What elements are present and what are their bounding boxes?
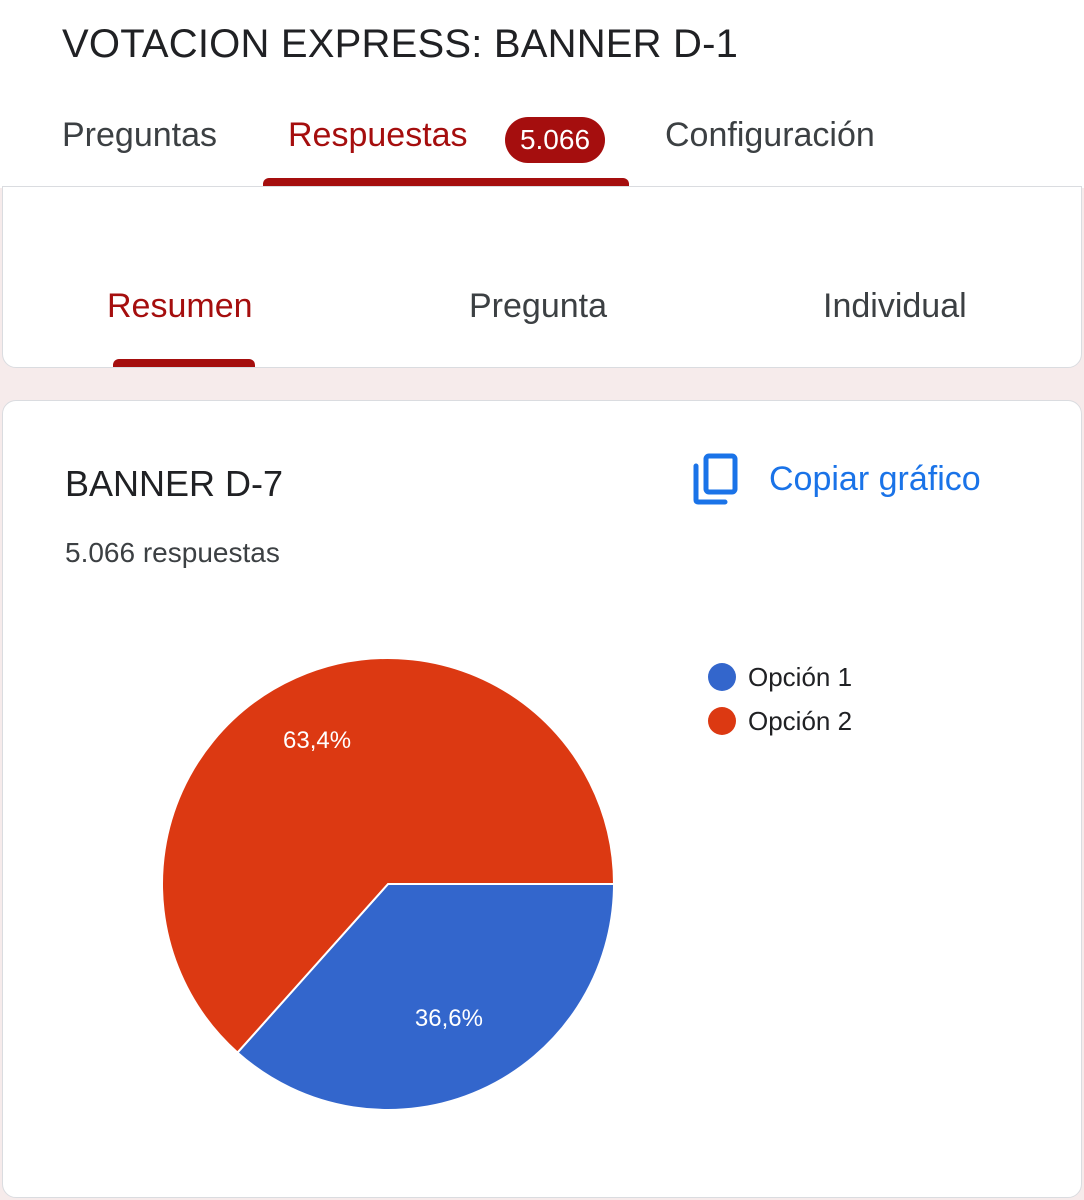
copy-icon xyxy=(693,453,738,505)
active-tab-indicator xyxy=(263,178,629,186)
chart-legend: Opción 1 Opción 2 xyxy=(708,655,852,743)
subtab-resumen[interactable]: Resumen xyxy=(107,287,253,326)
legend-item-2: Opción 2 xyxy=(708,699,852,743)
pie-slice-label-1: 36,6% xyxy=(415,1005,483,1032)
tab-preguntas[interactable]: Preguntas xyxy=(62,116,217,155)
pie-chart: 36,6% 63,4% xyxy=(161,657,616,1111)
question-title: BANNER D-7 xyxy=(65,463,284,504)
question-summary-card: BANNER D-7 5.066 respuestas Copiar gráfi… xyxy=(2,400,1082,1198)
pie-slice-label-2: 63,4% xyxy=(283,727,351,754)
active-subtab-indicator xyxy=(113,359,255,367)
legend-item-1: Opción 1 xyxy=(708,655,852,699)
legend-swatch-2 xyxy=(708,707,736,735)
subtab-individual[interactable]: Individual xyxy=(823,287,967,326)
tab-respuestas[interactable]: Respuestas xyxy=(288,116,468,155)
legend-swatch-1 xyxy=(708,663,736,691)
copy-chart-button[interactable]: Copiar gráfico xyxy=(691,451,981,507)
subtab-pregunta[interactable]: Pregunta xyxy=(469,287,607,326)
question-response-count: 5.066 respuestas xyxy=(65,537,280,568)
copy-chart-label: Copiar gráfico xyxy=(769,459,981,498)
responses-subnav: Resumen Pregunta Individual xyxy=(2,186,1082,368)
form-title: VOTACION EXPRESS: BANNER D-1 xyxy=(62,22,739,66)
legend-label-2: Opción 2 xyxy=(748,705,853,736)
legend-label-1: Opción 1 xyxy=(748,661,853,692)
form-header: VOTACION EXPRESS: BANNER D-1 Preguntas R… xyxy=(0,0,1084,188)
tab-configuracion[interactable]: Configuración xyxy=(665,116,875,155)
response-count-badge: 5.066 xyxy=(505,117,605,163)
